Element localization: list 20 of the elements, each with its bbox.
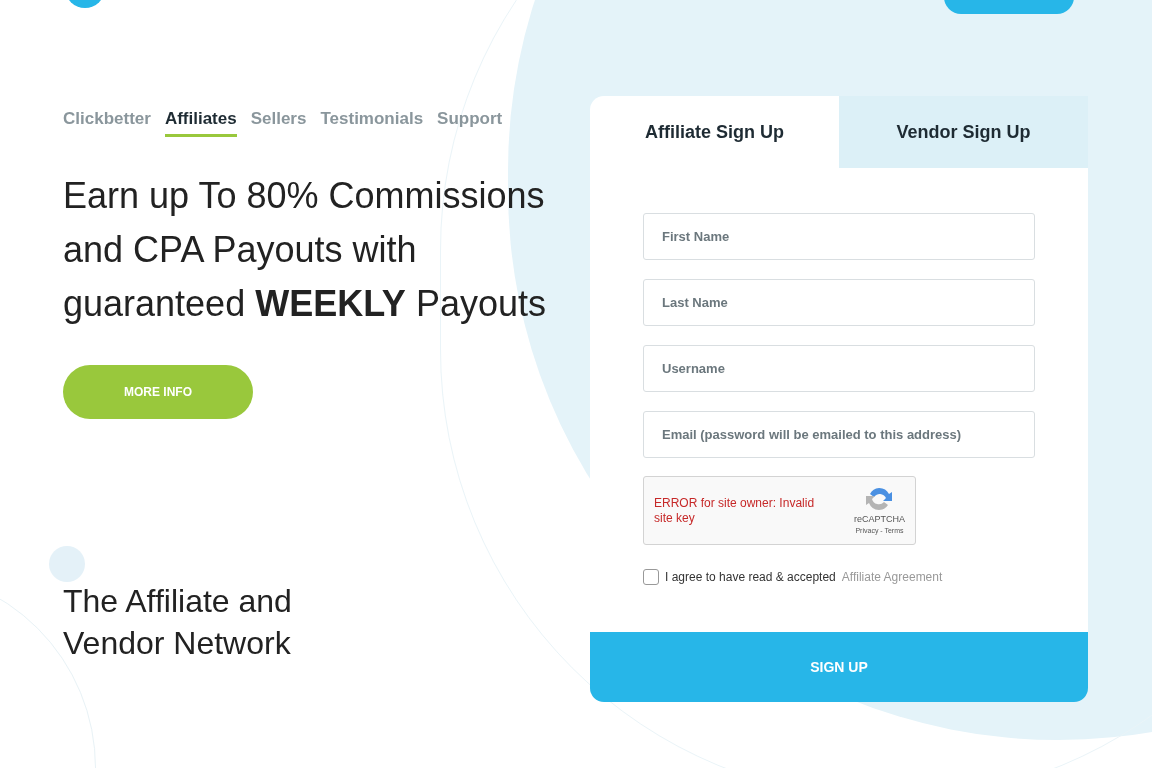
agreement-checkbox[interactable] <box>643 569 659 585</box>
form-tab[interactable]: Affiliate Sign Up <box>590 96 839 168</box>
nav-link[interactable]: Sellers <box>250 106 307 137</box>
input-field[interactable]: First Name <box>643 213 1035 260</box>
captcha-error: ERROR for site owner: Invalid site key <box>654 495 816 526</box>
captcha-brand: reCAPTCHA <box>854 512 905 526</box>
nav-link[interactable]: Affiliates <box>164 106 237 137</box>
sign-up-button[interactable]: SIGN UP <box>590 632 1088 702</box>
input-field[interactable]: Last Name <box>643 279 1035 326</box>
nav-link[interactable]: Testimonials <box>320 106 424 137</box>
agreement-link[interactable]: Affiliate Agreement <box>841 568 943 586</box>
subheading: The Affiliate and Vendor Network <box>63 582 293 663</box>
headline: Earn up To 80% Commissions and CPA Payouts with guaranteed WEEKLY Payouts <box>63 173 547 326</box>
input-field[interactable]: Email (password will be emailed to this address) <box>643 411 1035 458</box>
nav-link[interactable]: Support <box>437 106 503 137</box>
nav-link[interactable]: Clickbetter <box>63 106 151 137</box>
form-tab[interactable]: Vendor Sign Up <box>839 96 1088 168</box>
agreement-text: I agree to have read & accepted <box>665 569 836 586</box>
input-field[interactable]: Username <box>643 345 1035 392</box>
more-info-button[interactable]: MORE INFO <box>63 364 253 419</box>
